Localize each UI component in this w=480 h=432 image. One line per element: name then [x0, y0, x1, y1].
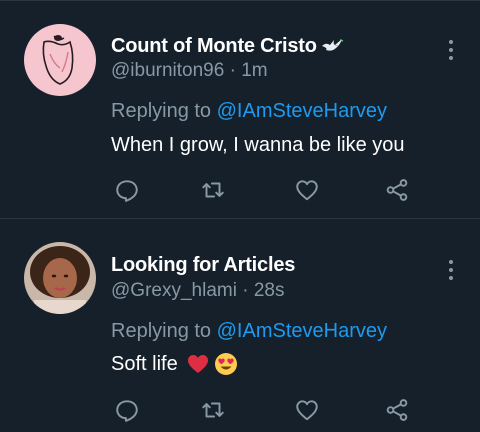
mention-link[interactable]: @IAmSteveHarvey — [217, 320, 387, 342]
like-icon[interactable] — [292, 175, 322, 205]
display-name[interactable]: Count of Monte Cristo — [111, 35, 317, 58]
author-line: Count of Monte Cristo — [111, 33, 344, 59]
more-vertical-icon[interactable] — [444, 260, 458, 280]
heart-eyes-emoji — [214, 352, 238, 376]
avatar[interactable] — [24, 242, 96, 314]
tweet[interactable]: Looking for Articles @Grexy_hlami · 28s … — [0, 220, 480, 432]
top-divider — [0, 0, 480, 1]
like-icon[interactable] — [292, 395, 322, 425]
share-icon[interactable] — [382, 175, 412, 205]
tweet-text-content: Soft life — [111, 352, 178, 375]
mention-link[interactable]: @IAmSteveHarvey — [217, 100, 387, 122]
timestamp[interactable]: 1m — [241, 60, 267, 81]
replying-prefix: Replying to — [111, 100, 217, 122]
replying-prefix: Replying to — [111, 320, 217, 342]
tweet-divider — [0, 218, 480, 219]
retweet-icon[interactable] — [198, 395, 228, 425]
tweet-actions — [0, 175, 480, 205]
tweet-actions — [0, 395, 480, 425]
tweet-text: When I grow, I wanna be like you — [111, 134, 405, 157]
red-heart-emoji — [186, 352, 210, 376]
tweet-text: Soft life — [111, 352, 238, 376]
timestamp[interactable]: 28s — [254, 280, 285, 301]
display-name[interactable]: Looking for Articles — [111, 254, 295, 277]
author-line: Looking for Articles — [111, 252, 295, 278]
tweet[interactable]: Count of Monte Cristo @iburniton96 · 1m … — [0, 2, 480, 218]
handle[interactable]: @Grexy_hlami — [111, 280, 237, 301]
tweet-text-content: When I grow, I wanna be like you — [111, 134, 405, 156]
more-vertical-icon[interactable] — [444, 40, 458, 60]
tweet-meta: @iburniton96 · 1m — [111, 60, 268, 82]
share-icon[interactable] — [382, 395, 412, 425]
replying-to: Replying to @IAmSteveHarvey — [111, 320, 387, 343]
reply-icon[interactable] — [112, 175, 142, 205]
retweet-icon[interactable] — [198, 175, 228, 205]
handle[interactable]: @iburniton96 — [111, 60, 224, 81]
avatar[interactable] — [24, 24, 96, 96]
reply-icon[interactable] — [112, 395, 142, 425]
dove-icon — [320, 36, 344, 56]
replying-to: Replying to @IAmSteveHarvey — [111, 100, 387, 123]
tweet-meta: @Grexy_hlami · 28s — [111, 280, 284, 302]
meta-separator: · — [224, 60, 242, 81]
meta-separator: · — [236, 280, 254, 301]
